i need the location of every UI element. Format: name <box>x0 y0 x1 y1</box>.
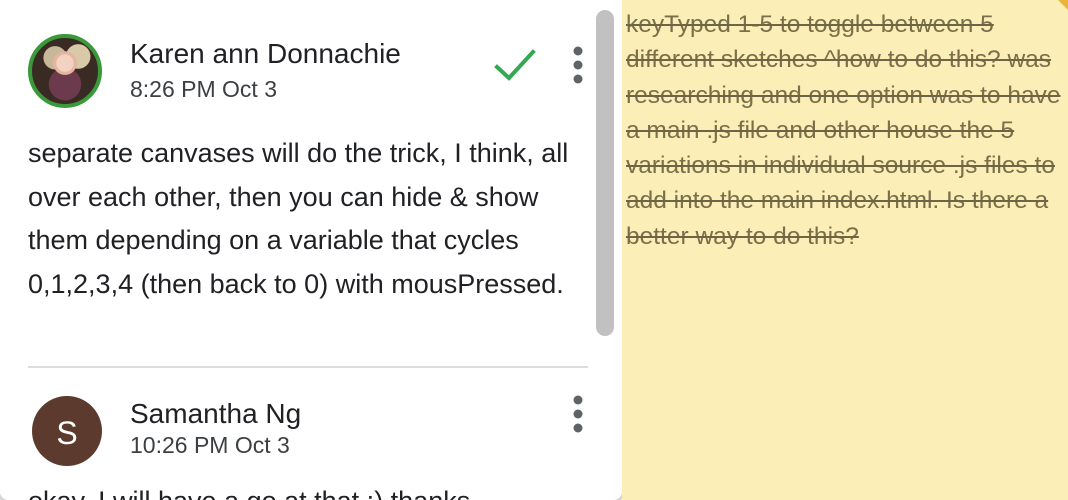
author-avatar[interactable]: S <box>32 396 102 466</box>
comment-body: separate canvases will do the trick, I t… <box>28 138 569 299</box>
author-avatar[interactable] <box>28 34 102 108</box>
comment-body: okay, I will have a go at that :) thanks <box>28 480 588 500</box>
page: Karen ann Donnachie 8:26 PM Oct 3 separa… <box>0 0 1068 500</box>
comment-timestamp: 8:26 PM Oct 3 <box>130 76 278 102</box>
comment-thread-panel: Karen ann Donnachie 8:26 PM Oct 3 separa… <box>0 0 622 500</box>
comment-item: Karen ann Donnachie 8:26 PM Oct 3 separa… <box>0 0 600 366</box>
comment-timestamp: 10:26 PM Oct 3 <box>130 432 290 458</box>
checkmark-icon[interactable] <box>494 48 536 84</box>
comment-author: Samantha Ng <box>130 398 302 429</box>
more-vert-icon[interactable] <box>566 392 590 436</box>
sticky-note-text: keyTyped 1-5 to toggle between 5 differe… <box>626 11 1061 250</box>
comment-author: Karen ann Donnachie <box>130 38 401 69</box>
sticky-note[interactable]: keyTyped 1-5 to toggle between 5 differe… <box>622 0 1068 500</box>
more-vert-icon[interactable] <box>566 43 590 87</box>
scrollbar-thumb[interactable] <box>596 10 614 336</box>
